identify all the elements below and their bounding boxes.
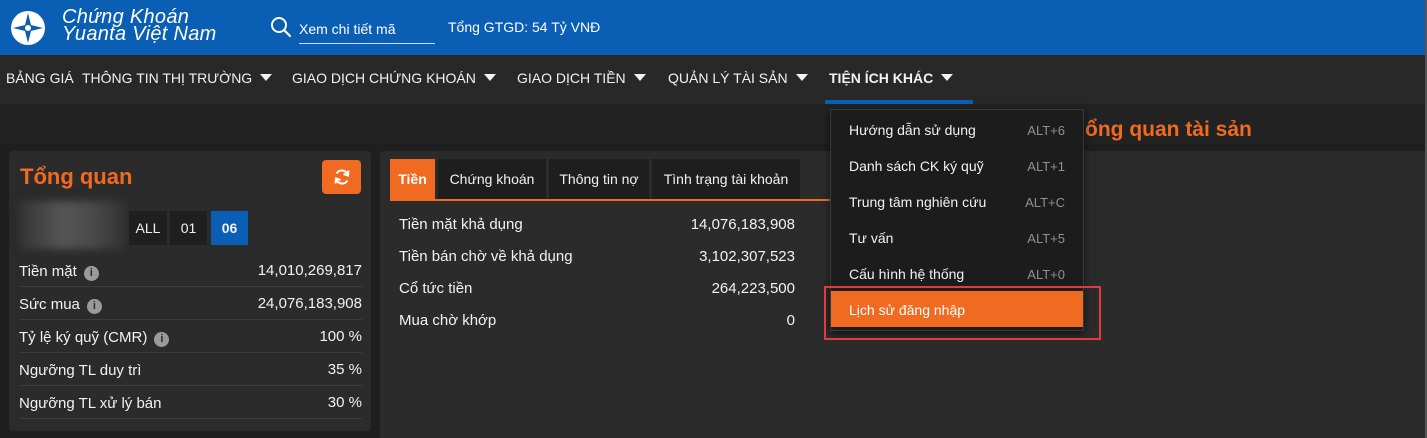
row-label: Sức mua i	[19, 296, 102, 314]
row-label: Mua chờ khớp	[399, 312, 497, 329]
row-value: 3,102,307,523	[699, 248, 795, 265]
nav-item-thong-tin-thi-truong[interactable]: THÔNG TIN THỊ TRƯỜNG	[82, 55, 273, 104]
menu-item-shortcut: ALT+5	[1027, 231, 1065, 246]
menu-item-label: Danh sách CK ký quỹ	[849, 158, 984, 174]
nav-label: QUẢN LÝ TÀI SẢN	[668, 70, 788, 86]
nav-item-giao-dich-chung-khoan[interactable]: GIAO DỊCH CHỨNG KHOÁN	[292, 55, 496, 104]
brand-logo-text[interactable]: Chứng Khoán Yuanta Việt Nam	[62, 7, 217, 45]
tab-tien[interactable]: Tiền	[390, 159, 435, 199]
menu-item-tu-van[interactable]: Tư vấn ALT+5	[831, 219, 1083, 255]
top-bar: Chứng Khoán Yuanta Việt Nam Tổng GTGD: 5…	[0, 0, 1427, 55]
row-label: Tiền bán chờ về khả dụng	[399, 248, 573, 265]
overview-row-cmr: Tỷ lệ ký quỹ (CMR) i 100 %	[19, 320, 362, 353]
annotation-highlight-box	[824, 286, 1101, 340]
caret-down-icon	[633, 74, 646, 82]
menu-item-shortcut: ALT+C	[1025, 195, 1065, 210]
refresh-icon	[334, 169, 349, 185]
row-label: Tỷ lệ ký quỹ (CMR) i	[19, 329, 170, 347]
row-label: Tiền mặt i	[19, 263, 99, 281]
nav-label: BẢNG GIÁ	[6, 70, 74, 86]
row-value: 14,076,183,908	[690, 216, 795, 233]
segment-01[interactable]: 01	[170, 211, 207, 245]
menu-item-shortcut: ALT+6	[1027, 123, 1065, 138]
nav-label: THÔNG TIN THỊ TRƯỜNG	[82, 70, 253, 86]
overview-row-nguong-xu-ly-ban: Ngưỡng TL xử lý bán 30 %	[19, 386, 362, 419]
yuanta-logo-icon[interactable]	[10, 10, 46, 46]
tab-tinh-trang-tai-khoan[interactable]: Tình trạng tài khoản	[652, 159, 800, 199]
menu-item-label: Tư vấn	[849, 230, 894, 246]
segment-all[interactable]: ALL	[129, 211, 167, 245]
menu-item-danh-sach-ck-ky-quy[interactable]: Danh sách CK ký quỹ ALT+1	[831, 147, 1083, 183]
blurred-account-info	[19, 201, 125, 249]
menu-item-label: Cấu hình hệ thống	[849, 266, 965, 282]
row-value: 14,010,269,817	[257, 262, 362, 279]
caret-down-icon	[483, 74, 496, 82]
caret-down-icon	[941, 74, 954, 82]
info-icon[interactable]: i	[154, 332, 170, 347]
main-nav: BẢNG GIÁ THÔNG TIN THỊ TRƯỜNG GIAO DỊCH …	[0, 55, 1427, 104]
tab-chung-khoan[interactable]: Chứng khoán	[438, 159, 546, 199]
nav-item-giao-dich-tien[interactable]: GIAO DỊCH TIỀN	[517, 55, 646, 104]
tab-underline	[390, 199, 830, 201]
row-value: 24,076,183,908	[257, 295, 362, 312]
overview-row-tien-mat: Tiền mặt i 14,010,269,817	[19, 254, 362, 287]
overview-row-nguong-duy-tri: Ngưỡng TL duy trì 35 %	[19, 353, 362, 386]
nav-item-quan-ly-tai-san[interactable]: QUẢN LÝ TÀI SẢN	[668, 55, 808, 104]
nav-label: GIAO DỊCH TIỀN	[517, 70, 626, 86]
segment-06[interactable]: 06	[211, 211, 248, 245]
menu-item-shortcut: ALT+1	[1027, 159, 1065, 174]
nav-item-bang-gia[interactable]: BẢNG GIÁ	[6, 55, 74, 104]
overview-card: Tổng quan ALL 01 06 Tiền mặt i 14,010,269…	[9, 151, 371, 431]
row-label: Ngưỡng TL duy trì	[19, 362, 142, 379]
caret-down-icon	[260, 74, 273, 82]
nav-label: GIAO DỊCH CHỨNG KHOÁN	[292, 70, 476, 86]
menu-item-trung-tam-nghien-cuu[interactable]: Trung tâm nghiên cứu ALT+C	[831, 183, 1083, 219]
overview-row-suc-mua: Sức mua i 24,076,183,908	[19, 287, 362, 320]
overview-title: Tổng quan	[20, 164, 133, 189]
row-value: 0	[786, 312, 795, 329]
row-value: 264,223,500	[711, 280, 795, 297]
row-value: 35 %	[327, 361, 362, 378]
page-title: ổng quan tài sản	[1085, 118, 1252, 141]
row-label: Tiền mặt khả dụng	[399, 216, 523, 233]
search-icon[interactable]	[270, 16, 292, 38]
app-frame: Chứng Khoán Yuanta Việt Nam Tổng GTGD: 5…	[0, 0, 1427, 438]
menu-item-huong-dan-su-dung[interactable]: Hướng dẫn sử dụng ALT+6	[831, 111, 1083, 147]
total-trade-value: Tổng GTGD: 54 Tỷ VNĐ	[448, 19, 601, 35]
menu-item-shortcut: ALT+0	[1027, 267, 1065, 282]
logo-line-2: Yuanta Việt Nam	[62, 23, 217, 45]
caret-down-icon	[795, 74, 808, 82]
row-value: 100 %	[319, 328, 362, 345]
row-label: Ngưỡng TL xử lý bán	[19, 395, 162, 412]
info-icon[interactable]: i	[83, 266, 99, 281]
menu-item-label: Hướng dẫn sử dụng	[849, 122, 976, 138]
row-label: Cổ tức tiền	[399, 280, 473, 297]
stock-search-input[interactable]	[299, 14, 435, 44]
nav-label: TIỆN ÍCH KHÁC	[829, 70, 934, 86]
nav-item-tien-ich-khac[interactable]: TIỆN ÍCH KHÁC	[825, 55, 973, 104]
row-value: 30 %	[327, 394, 362, 411]
menu-item-label: Trung tâm nghiên cứu	[849, 194, 987, 210]
tab-thong-tin-no[interactable]: Thông tin nợ	[549, 159, 649, 199]
refresh-button[interactable]	[322, 160, 361, 194]
info-icon[interactable]: i	[86, 299, 102, 314]
